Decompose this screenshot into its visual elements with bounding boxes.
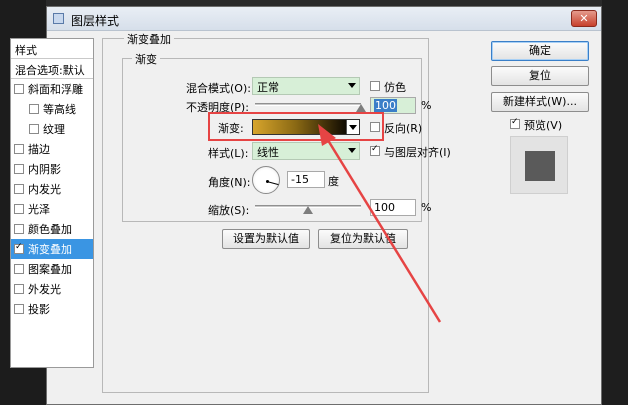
- app-icon: [53, 13, 64, 24]
- align-with-layer-checkbox[interactable]: [370, 144, 380, 156]
- styles-header[interactable]: 样式: [11, 39, 93, 59]
- angle-unit: 度: [328, 175, 339, 188]
- opacity-slider-thumb[interactable]: [356, 104, 366, 112]
- style-item-checkbox[interactable]: [14, 164, 24, 174]
- preview-checkbox[interactable]: [510, 117, 520, 129]
- new-style-button[interactable]: 新建样式(W)...: [491, 92, 589, 112]
- style-item-checkbox[interactable]: [14, 242, 24, 254]
- style-item-checkbox[interactable]: [14, 204, 24, 214]
- chevron-down-icon: [348, 83, 356, 88]
- style-item-label: 内阴影: [28, 163, 61, 176]
- styles-items: 斜面和浮雕等高线纹理描边内阴影内发光光泽颜色叠加渐变叠加图案叠加外发光投影: [11, 79, 93, 319]
- dither-checkbox[interactable]: [370, 81, 380, 91]
- style-item[interactable]: 颜色叠加: [11, 219, 93, 239]
- blending-options-item[interactable]: 混合选项:默认: [11, 59, 93, 79]
- style-item-label: 斜面和浮雕: [28, 83, 83, 96]
- scale-input[interactable]: 100: [370, 199, 416, 216]
- style-item-label: 等高线: [43, 103, 76, 116]
- blend-mode-label: 混合模式(O):: [186, 82, 251, 95]
- dither-label: 仿色: [384, 81, 406, 94]
- style-item-checkbox[interactable]: [14, 304, 24, 314]
- scale-slider-thumb[interactable]: [303, 206, 313, 214]
- style-item[interactable]: 光泽: [11, 199, 93, 219]
- angle-label: 角度(N):: [208, 176, 251, 189]
- align-with-layer-label: 与图层对齐(I): [384, 146, 451, 159]
- style-item-label: 外发光: [28, 283, 61, 296]
- reverse-checkbox[interactable]: [370, 122, 380, 132]
- preview-label: 预览(V): [524, 119, 563, 132]
- style-item[interactable]: 纹理: [11, 119, 93, 139]
- title-bar[interactable]: 图层样式 ✕: [47, 7, 601, 31]
- group-title: 渐变叠加: [124, 31, 174, 47]
- close-button[interactable]: ✕: [571, 10, 597, 27]
- style-item-label: 投影: [28, 303, 50, 316]
- chevron-down-icon: [348, 148, 356, 153]
- style-item[interactable]: 渐变叠加: [11, 239, 93, 259]
- window-title: 图层样式: [71, 14, 120, 28]
- style-item-checkbox[interactable]: [14, 84, 24, 94]
- style-item-checkbox[interactable]: [14, 144, 24, 154]
- angle-dial[interactable]: [252, 166, 280, 194]
- set-default-button[interactable]: 设置为默认值: [222, 229, 310, 249]
- ok-button[interactable]: 确定: [491, 41, 589, 61]
- style-item-label: 颜色叠加: [28, 223, 72, 236]
- angle-dial-center: [266, 180, 269, 183]
- canvas-background-right: [602, 0, 628, 405]
- style-item-checkbox[interactable]: [14, 184, 24, 194]
- blend-mode-value: 正常: [257, 81, 279, 94]
- scale-unit: %: [421, 201, 432, 214]
- reset-default-button[interactable]: 复位为默认值: [318, 229, 408, 249]
- opacity-unit: %: [421, 99, 432, 112]
- style-item-label: 渐变叠加: [28, 243, 72, 256]
- scale-label: 缩放(S):: [208, 204, 250, 217]
- highlight-annotation-box: [208, 112, 384, 141]
- style-preview-swatch: [525, 151, 555, 181]
- style-item-checkbox[interactable]: [29, 124, 39, 134]
- style-item[interactable]: 投影: [11, 299, 93, 319]
- subgroup-title: 渐变: [132, 51, 160, 67]
- style-item[interactable]: 内发光: [11, 179, 93, 199]
- style-value: 线性: [257, 146, 279, 159]
- style-label: 样式(L):: [208, 147, 249, 160]
- angle-value: -15: [291, 173, 309, 186]
- style-item-label: 内发光: [28, 183, 61, 196]
- style-item-label: 图案叠加: [28, 263, 72, 276]
- style-preview: [510, 136, 568, 194]
- opacity-slider[interactable]: [255, 103, 361, 106]
- style-item[interactable]: 外发光: [11, 279, 93, 299]
- style-item[interactable]: 图案叠加: [11, 259, 93, 279]
- opacity-value: 100: [374, 99, 397, 112]
- style-item[interactable]: 描边: [11, 139, 93, 159]
- style-item-checkbox[interactable]: [14, 284, 24, 294]
- style-item[interactable]: 等高线: [11, 99, 93, 119]
- styles-list: 样式 混合选项:默认 斜面和浮雕等高线纹理描边内阴影内发光光泽颜色叠加渐变叠加图…: [10, 38, 94, 368]
- style-item-label: 光泽: [28, 203, 50, 216]
- angle-input[interactable]: -15: [287, 171, 325, 188]
- style-item-checkbox[interactable]: [14, 264, 24, 274]
- style-item[interactable]: 斜面和浮雕: [11, 79, 93, 99]
- reset-button[interactable]: 复位: [491, 66, 589, 86]
- blend-mode-select[interactable]: 正常: [252, 77, 360, 95]
- scale-value: 100: [374, 201, 395, 214]
- style-item-label: 纹理: [43, 123, 65, 136]
- reverse-label: 反向(R): [384, 122, 423, 135]
- style-item[interactable]: 内阴影: [11, 159, 93, 179]
- style-item-label: 描边: [28, 143, 50, 156]
- style-select[interactable]: 线性: [252, 142, 360, 160]
- style-item-checkbox[interactable]: [29, 104, 39, 114]
- style-item-checkbox[interactable]: [14, 224, 24, 234]
